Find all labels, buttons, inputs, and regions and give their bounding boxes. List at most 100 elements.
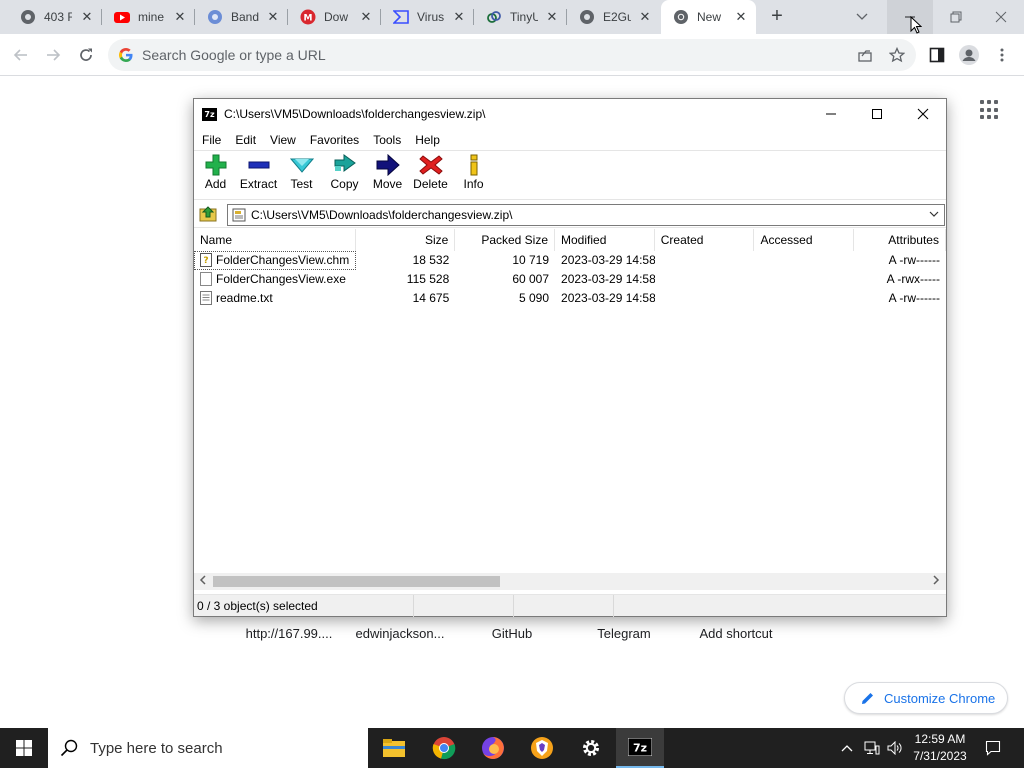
forward-button[interactable] [40, 42, 66, 68]
tab-e2guardian[interactable]: E2Gu ✕ [567, 0, 660, 34]
notification-center-icon[interactable] [976, 728, 1010, 768]
close-tab-icon[interactable]: ✕ [545, 10, 559, 24]
system-clock[interactable]: 12:59 AM 7/31/2023 [906, 731, 974, 765]
column-header-packed-size[interactable]: Packed Size [455, 229, 556, 251]
column-header-modified[interactable]: Modified [555, 229, 655, 251]
omnibox-input[interactable] [142, 39, 842, 71]
7zip-taskbar-icon[interactable]: 7z [616, 728, 664, 768]
scroll-right-icon[interactable] [929, 575, 943, 588]
chevron-down-icon[interactable] [928, 208, 940, 222]
close-tab-icon[interactable]: ✕ [638, 10, 652, 24]
shortcut-tile-telegram[interactable]: Telegram [590, 626, 658, 641]
chrome-taskbar-icon[interactable] [420, 728, 468, 768]
zip-archive-icon [232, 208, 246, 222]
profile-avatar[interactable] [956, 42, 982, 68]
test-button[interactable]: Test [280, 154, 323, 198]
menu-view[interactable]: View [270, 133, 296, 147]
share-icon[interactable] [857, 47, 873, 63]
bandcamp-icon [207, 9, 223, 25]
7zip-maximize-button[interactable] [854, 99, 900, 129]
scrollbar-thumb[interactable] [213, 576, 500, 587]
folder-up-icon[interactable] [199, 205, 217, 223]
taskbar-search-input[interactable] [90, 739, 350, 757]
tab-mega[interactable]: M Dow ✕ [288, 0, 381, 34]
menu-help[interactable]: Help [415, 133, 440, 147]
file-packed-size: 5 090 [518, 291, 550, 305]
path-combobox[interactable]: C:\Users\VM5\Downloads\folderchangesview… [227, 204, 945, 226]
volume-icon[interactable] [884, 728, 906, 768]
text-file-icon [200, 291, 212, 305]
menu-file[interactable]: File [202, 133, 221, 147]
chrome-menu-icon[interactable] [989, 42, 1015, 68]
close-tab-icon[interactable]: ✕ [734, 10, 748, 24]
close-tab-icon[interactable]: ✕ [173, 10, 187, 24]
bookmark-star-icon[interactable] [888, 46, 906, 63]
add-shortcut-button[interactable]: Add shortcut [694, 626, 778, 641]
network-icon[interactable] [862, 728, 882, 768]
virustotal-icon [393, 9, 409, 25]
7zip-title-bar[interactable]: 7z C:\Users\VM5\Downloads\folderchangesv… [194, 99, 946, 129]
column-header-name[interactable]: Name [194, 229, 356, 251]
close-tab-icon[interactable]: ✕ [266, 10, 280, 24]
close-tab-icon[interactable]: ✕ [452, 10, 466, 24]
7zip-status-bar: 0 / 3 object(s) selected [194, 594, 946, 617]
file-size: 115 528 [406, 272, 450, 286]
tab-youtube[interactable]: mine ✕ [102, 0, 195, 34]
side-panel-button[interactable] [924, 42, 950, 68]
close-tab-icon[interactable]: ✕ [80, 10, 94, 24]
browser-restore-button[interactable] [933, 0, 979, 34]
tab-403[interactable]: 403 F ✕ [0, 0, 102, 34]
new-tab-button[interactable]: + [766, 6, 788, 28]
tab-bandicam[interactable]: Band ✕ [195, 0, 288, 34]
firefox-taskbar-icon[interactable] [469, 728, 517, 768]
file-explorer-taskbar-icon[interactable] [370, 728, 418, 768]
show-hidden-icons-chevron-icon[interactable] [838, 728, 856, 768]
file-attributes: A -rwx----- [886, 272, 940, 286]
tab-tinyurl[interactable]: TinyU ✕ [474, 0, 567, 34]
start-button[interactable] [0, 728, 48, 768]
move-button[interactable]: Move [366, 154, 409, 198]
back-button[interactable] [8, 42, 34, 68]
shortcut-tile-github[interactable]: GitHub [478, 626, 546, 641]
column-header-attributes[interactable]: Attributes [854, 229, 946, 251]
shortcut-tile[interactable]: edwinjackson... [354, 626, 446, 641]
copy-button[interactable]: Copy [323, 154, 366, 198]
settings-gear-icon[interactable] [567, 728, 615, 768]
browser-close-button[interactable] [978, 0, 1024, 34]
address-bar[interactable] [108, 39, 916, 71]
column-header-created[interactable]: Created [655, 229, 755, 251]
brave-taskbar-icon[interactable] [518, 728, 566, 768]
pencil-icon [861, 691, 875, 705]
info-button[interactable]: Info [452, 154, 495, 198]
file-list[interactable]: Name Size Packed Size Modified Created A… [194, 229, 946, 573]
scroll-left-icon[interactable] [196, 575, 210, 588]
delete-button[interactable]: Delete [409, 154, 452, 198]
7zip-address-bar: C:\Users\VM5\Downloads\folderchangesview… [194, 199, 946, 228]
7zip-app-icon: 7z [202, 108, 217, 121]
taskbar-search-box[interactable] [48, 728, 368, 768]
customize-chrome-button[interactable]: Customize Chrome [844, 682, 1008, 714]
table-row[interactable]: FolderChangesView.exe 115 528 60 007 202… [194, 270, 946, 289]
menu-tools[interactable]: Tools [373, 133, 401, 147]
google-apps-icon[interactable] [980, 100, 1000, 120]
7zip-minimize-button[interactable] [808, 99, 854, 129]
close-tab-icon[interactable]: ✕ [359, 10, 373, 24]
column-header-size[interactable]: Size [356, 229, 456, 251]
menu-edit[interactable]: Edit [235, 133, 256, 147]
7zip-close-button[interactable] [900, 99, 946, 129]
column-header-accessed[interactable]: Accessed [754, 229, 855, 251]
reload-button[interactable] [73, 42, 99, 68]
file-accessed [754, 289, 854, 308]
tab-virustotal[interactable]: Virus ✕ [381, 0, 474, 34]
horizontal-scrollbar[interactable] [194, 573, 946, 590]
tinyurl-icon [486, 9, 502, 25]
table-row[interactable]: ? FolderChangesView.chm 18 532 10 719 20… [194, 251, 946, 270]
tab-title: mine [138, 10, 165, 24]
menu-favorites[interactable]: Favorites [310, 133, 359, 147]
add-button[interactable]: Add [194, 154, 237, 198]
table-row[interactable]: readme.txt 14 675 5 090 2023-03-29 14:58… [194, 289, 946, 308]
tab-new-tab[interactable]: New ✕ [661, 0, 756, 34]
extract-button[interactable]: Extract [237, 154, 280, 198]
shortcut-tile[interactable]: http://167.99.... [244, 626, 334, 641]
tab-search-chevron-icon[interactable] [854, 8, 870, 24]
